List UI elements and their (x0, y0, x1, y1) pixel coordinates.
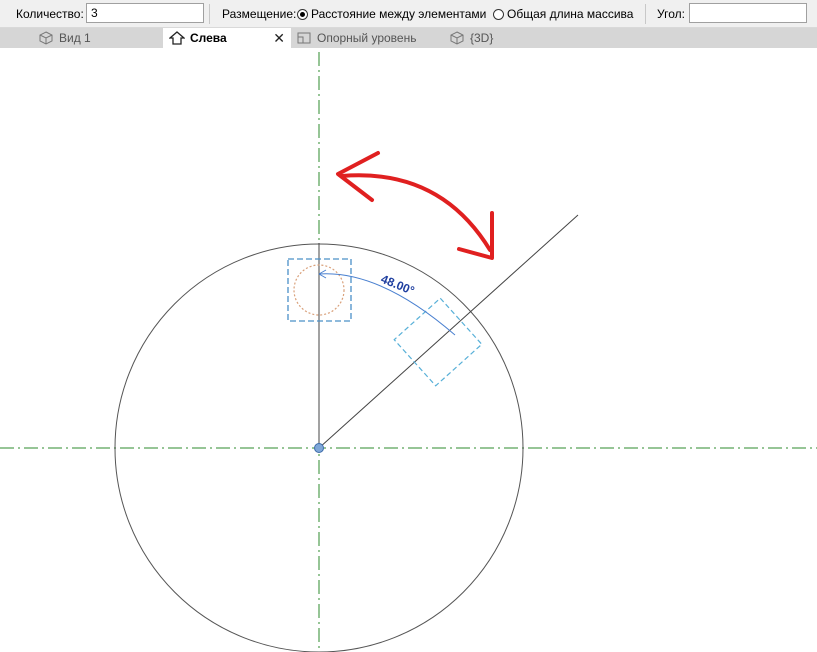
rotated-preview-box (393, 297, 483, 387)
tab-label: Слева (190, 31, 227, 45)
view-tabs: Вид 1 Слева ✕ Опорный уровень {3D} (0, 28, 817, 48)
tab-label: Вид 1 (59, 31, 91, 45)
center-point[interactable] (314, 443, 324, 453)
radio-spacing-label: Расстояние между элементами (311, 7, 487, 21)
drawing-canvas[interactable]: 48.00° (0, 48, 817, 652)
angle-input[interactable] (689, 3, 807, 23)
radial-line-rotated[interactable] (318, 214, 579, 449)
placement-label: Размещение: (222, 7, 297, 21)
rotation-markup-arrow (336, 151, 494, 260)
separator (209, 4, 210, 24)
options-bar: Количество: Размещение: Расстояние между… (0, 0, 817, 28)
tab-sleva[interactable]: Слева ✕ (163, 28, 291, 48)
tab-label: Опорный уровень (317, 31, 417, 45)
tab-opornyi-uroven[interactable]: Опорный уровень (296, 28, 441, 48)
tab-vid-1[interactable]: Вид 1 (38, 28, 160, 48)
radio-spacing[interactable]: Расстояние между элементами (297, 7, 486, 21)
tab-label: {3D} (470, 31, 494, 45)
angle-label: Угол: (657, 7, 685, 21)
count-input[interactable] (86, 3, 204, 23)
radio-selected-icon (297, 8, 308, 20)
3d-view-icon (450, 31, 464, 45)
radio-total-length-label: Общая длина массива (507, 7, 634, 21)
3d-view-icon (39, 31, 53, 45)
close-icon[interactable]: ✕ (273, 30, 285, 47)
separator (645, 4, 646, 24)
plan-view-icon (297, 32, 311, 44)
count-label: Количество: (16, 7, 84, 21)
elevation-icon (169, 31, 185, 45)
radio-unselected-icon (493, 8, 504, 20)
tab-3d[interactable]: {3D} (449, 28, 539, 48)
radio-total-length[interactable]: Общая длина массива (493, 7, 633, 21)
